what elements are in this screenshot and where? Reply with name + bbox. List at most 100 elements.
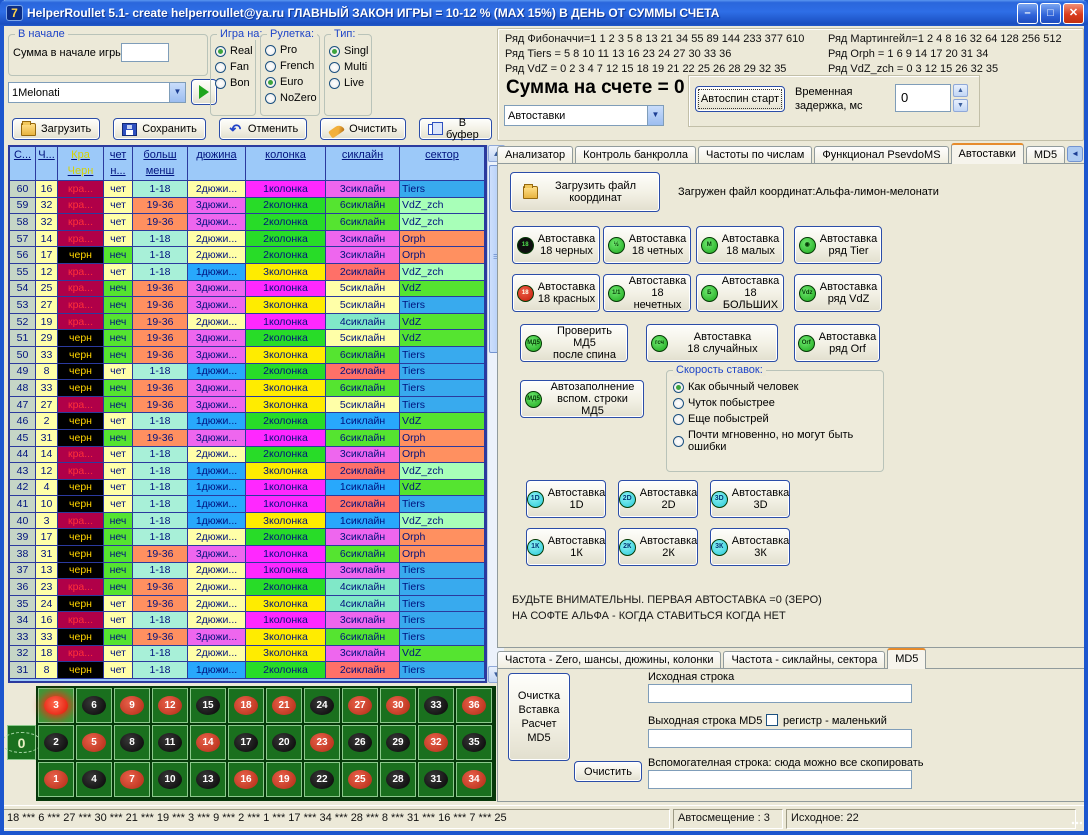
roulette-number-6[interactable]: 6 [76,688,112,723]
roulette-number-29[interactable]: 29 [380,725,416,760]
roulette-number-23[interactable]: 23 [304,725,340,760]
roulette-number-3[interactable]: 3 [38,688,74,723]
table-row[interactable]: 5832кра...чет19-363дюжи...2колонка6сикла… [10,214,485,231]
table-row[interactable]: 5932кра...чет19-363дюжи...2колонка6сикла… [10,198,485,215]
tab-freq-2[interactable]: MD5 [887,648,926,669]
autofill-md5-aux-button[interactable]: МД5Автозаполнениевспом. строки МД5 [520,380,644,418]
roulette-number-20[interactable]: 20 [266,725,302,760]
autobet-18-high-button[interactable]: БАвтоставка18 БОЛЬШИХ [696,274,784,312]
roulette-number-0[interactable]: 0 [7,725,36,760]
radio-option-roulette-type-3[interactable]: NoZero [265,92,317,104]
clear-button[interactable]: Очистить [574,761,642,782]
radio-icon[interactable] [265,61,276,72]
table-row[interactable]: 4531черннеч19-363дюжи...1колонка6сиклайн… [10,430,485,447]
tab-scroll-left-icon[interactable]: ◄ [1067,146,1083,162]
table-row[interactable]: 3333черннеч19-363дюжи...3колонка6сиклайн… [10,629,485,646]
output-string-input[interactable] [648,729,912,748]
column-header[interactable]: С... [10,147,36,181]
table-row[interactable]: 424чернчет1-181дюжи...1колонка1сиклайнVd… [10,480,485,497]
delay-value[interactable]: 0 [895,84,951,112]
autobet-2d-button[interactable]: 2DАвтоставка2D [618,480,698,518]
table-row[interactable]: 4727кра...неч19-363дюжи...3колонка5сикла… [10,397,485,414]
radio-option-play-type-0[interactable]: Singl [329,45,368,57]
table-row[interactable]: 4110чернчет1-181дюжи...1колонка2сиклайнT… [10,496,485,513]
table-row[interactable]: 4414кра...чет1-182дюжи...2колонка3сиклай… [10,447,485,464]
radio-option-game-on-0[interactable]: Real [215,45,253,57]
roulette-number-27[interactable]: 27 [342,688,378,723]
table-row[interactable]: 3218кра...чет1-182дюжи...3колонка3сиклай… [10,646,485,663]
column-header[interactable]: колонка [246,147,326,181]
table-row[interactable]: 4833черннеч19-363дюжи...3колонка6сиклайн… [10,380,485,397]
roulette-number-15[interactable]: 15 [190,688,226,723]
column-header[interactable]: четн... [104,147,133,181]
tab-freq-0[interactable]: Частота - Zero, шансы, дюжины, колонки [497,651,721,669]
column-header[interactable]: сектор [400,147,485,181]
roulette-number-21[interactable]: 21 [266,688,302,723]
save-button[interactable]: Сохранить [113,118,206,140]
radio-option-play-type-1[interactable]: Multi [329,61,368,73]
roulette-number-1[interactable]: 1 [38,762,74,797]
roulette-number-2[interactable]: 2 [38,725,74,760]
radio-option-game-on-2[interactable]: Bon [215,77,253,89]
autobet-1d-button[interactable]: 1DАвтоставка1D [526,480,606,518]
autobet-18-low-button[interactable]: МАвтоставка18 малых [696,226,784,264]
radio-option-roulette-type-0[interactable]: Pro [265,44,317,56]
resize-grip[interactable] [1070,814,1082,826]
table-row[interactable]: 5219кра...неч19-362дюжи...1колонка4сикла… [10,314,485,331]
table-row[interactable]: 3524чернчет19-362дюжи...3колонка4сиклайн… [10,596,485,613]
tab-main-3[interactable]: Функционал PsevdoMS [814,146,948,164]
profile-combobox[interactable]: 1Melonati ▼ [8,82,186,103]
radio-option-roulette-type-1[interactable]: French [265,60,317,72]
spin-down-icon[interactable]: ▼ [953,99,968,112]
start-sum-input[interactable] [121,43,169,62]
close-button[interactable]: ✕ [1063,3,1084,24]
radio-icon[interactable] [265,45,276,56]
radio-icon[interactable] [215,62,226,73]
roulette-number-7[interactable]: 7 [114,762,150,797]
load-button[interactable]: Загрузить [12,118,100,140]
table-row[interactable]: 3623кра...неч19-362дюжи...2колонка4сикла… [10,579,485,596]
table-row[interactable]: 5129черннеч19-363дюжи...2колонка5сиклайн… [10,330,485,347]
load-coords-button[interactable]: Загрузить файл координат [510,172,660,212]
radio-option-bet-speed-2[interactable]: Еще побыстрей [673,413,883,425]
table-row[interactable]: 3917черннеч1-182дюжи...2колонка3сиклайнO… [10,529,485,546]
roulette-number-30[interactable]: 30 [380,688,416,723]
radio-option-play-type-2[interactable]: Live [329,77,368,89]
roulette-number-4[interactable]: 4 [76,762,112,797]
tab-main-1[interactable]: Контроль банкролла [575,146,696,164]
table-row[interactable]: 5327кра...неч19-363дюжи...3колонка5сикла… [10,297,485,314]
tab-freq-1[interactable]: Частота - сиклайны, сектора [723,651,885,669]
column-header[interactable]: большменш [133,147,188,181]
table-row[interactable]: 5033черннеч19-363дюжи...3колонка6сиклайн… [10,347,485,364]
table-row[interactable]: 403кра...неч1-181дюжи...3колонка1сиклайн… [10,513,485,530]
maximize-button[interactable]: □ [1040,3,1061,24]
tab-main-5[interactable]: MD5 [1026,146,1065,164]
clear-button[interactable]: Очистить [320,118,406,140]
table-row[interactable]: 4312кра...чет1-181дюжи...3колонка2сиклай… [10,463,485,480]
roulette-number-14[interactable]: 14 [190,725,226,760]
mode-combobox[interactable]: Автоставки ▼ [504,105,664,126]
autospin-start-button[interactable]: Автоспин старт [695,86,785,112]
radio-icon[interactable] [265,93,276,104]
undo-button[interactable]: ↶Отменить [219,118,307,140]
autobet-3k-button[interactable]: 3КАвтоставка3К [710,528,790,566]
radio-option-bet-speed-0[interactable]: Как обычный человек [673,381,883,393]
autobet-3d-button[interactable]: 3DАвтоставка3D [710,480,790,518]
roulette-number-5[interactable]: 5 [76,725,112,760]
radio-option-bet-speed-1[interactable]: Чуток побыстрее [673,397,883,409]
roulette-number-16[interactable]: 16 [228,762,264,797]
autobet-row-vdz-button[interactable]: VdzАвтоставкаряд VdZ [794,274,882,312]
table-row[interactable]: 5425кра...неч19-363дюжи...1колонка5сикла… [10,281,485,298]
table-row[interactable]: 3713черннеч1-182дюжи...1колонка3сиклайнT… [10,563,485,580]
radio-icon[interactable] [673,414,684,425]
roulette-number-22[interactable]: 22 [304,762,340,797]
table-row[interactable]: 3831черннеч19-363дюжи...1колонка6сиклайн… [10,546,485,563]
radio-icon[interactable] [265,77,276,88]
radio-icon[interactable] [329,62,340,73]
autobet-2k-button[interactable]: 2КАвтоставка2К [618,528,698,566]
to-buffer-button[interactable]: В буфер [419,118,492,140]
column-header[interactable]: сиклайн [326,147,400,181]
radio-option-bet-speed-3[interactable]: Почти мгновенно, но могут быть ошибки [673,429,883,453]
table-row[interactable]: 5714кра...чет1-182дюжи...2колонка3сиклай… [10,231,485,248]
tab-main-4[interactable]: Автоставки [951,143,1024,164]
